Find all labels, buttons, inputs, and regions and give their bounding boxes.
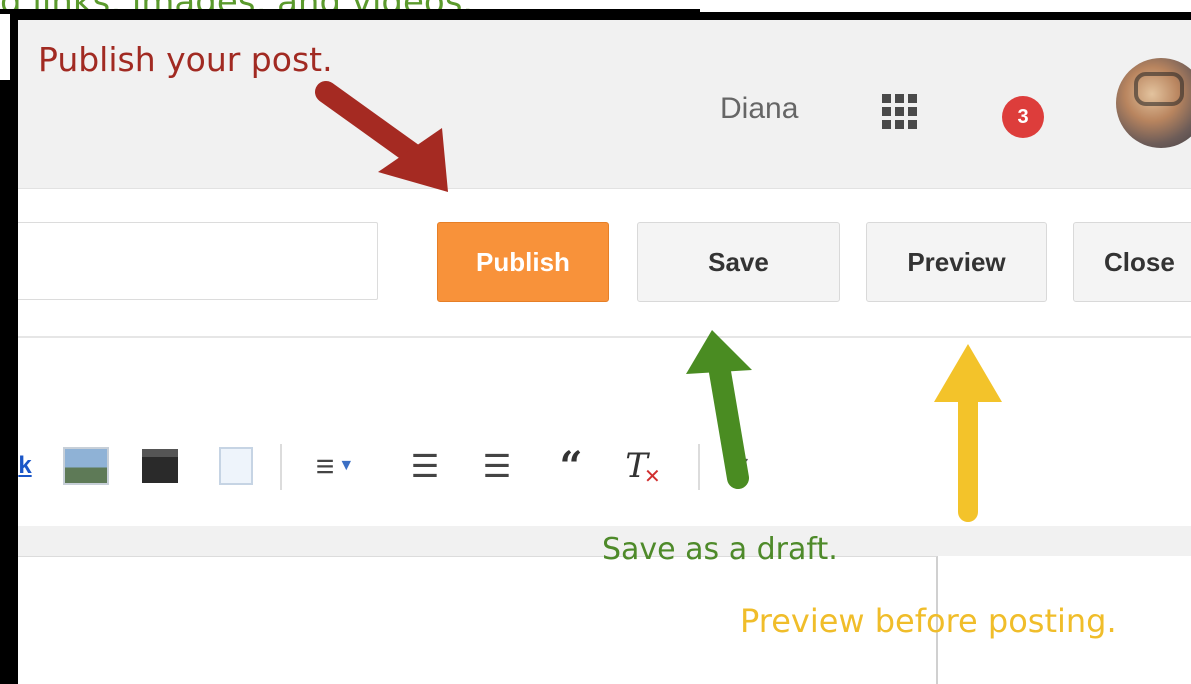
save-arrow bbox=[686, 330, 752, 489]
annotation-arrows bbox=[315, 81, 1002, 522]
publish-arrow bbox=[315, 81, 448, 192]
preview-arrow bbox=[934, 344, 1002, 522]
